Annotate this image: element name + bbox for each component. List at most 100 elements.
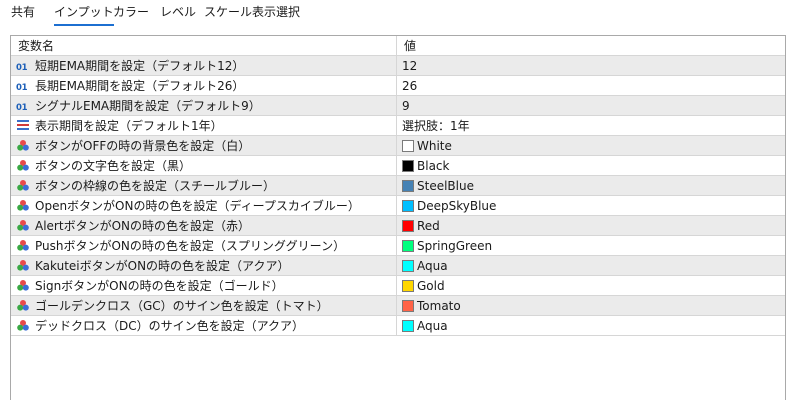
integer-icon-label: 01 <box>16 83 28 93</box>
color-swatch[interactable] <box>402 300 414 312</box>
table-row[interactable]: 01 短期EMA期間を設定（デフォルト12） 12 <box>11 56 785 76</box>
variable-name: SignボタンがONの時の色を設定（ゴールド） <box>35 279 284 293</box>
variable-value: 26 <box>402 79 418 93</box>
row-value-cell[interactable]: 26 <box>398 76 785 95</box>
integer-icon: 01 <box>16 79 30 93</box>
color-swatch[interactable] <box>402 140 414 152</box>
row-name-cell[interactable]: KakuteiボタンがONの時の色を設定（アクア） <box>11 256 397 275</box>
tab-common[interactable]: 共有 <box>11 3 35 23</box>
variable-name: シグナルEMA期間を設定（デフォルト9） <box>35 99 261 113</box>
color-palette-icon <box>16 179 30 192</box>
variable-name: AlertボタンがONの時の色を設定（赤） <box>35 219 250 233</box>
row-value-cell[interactable]: White <box>398 136 785 155</box>
table-row[interactable]: ボタンの枠線の色を設定（スチールブルー） SteelBlue <box>11 176 785 196</box>
table-row[interactable]: SignボタンがONの時の色を設定（ゴールド） Gold <box>11 276 785 296</box>
variable-value: Gold <box>417 279 445 293</box>
row-name-cell[interactable]: OpenボタンがONの時の色を設定（ディープスカイブルー） <box>11 196 397 215</box>
variable-value: Aqua <box>417 319 448 333</box>
color-palette-icon <box>16 299 30 312</box>
color-swatch[interactable] <box>402 220 414 232</box>
variable-name: ボタンがOFFの時の背景色を設定（白） <box>35 139 251 153</box>
row-name-cell[interactable]: ゴールデンクロス（GC）のサイン色を設定（トマト） <box>11 296 397 315</box>
table-row[interactable]: AlertボタンがONの時の色を設定（赤） Red <box>11 216 785 236</box>
row-value-cell[interactable]: Red <box>398 216 785 235</box>
variable-name: ゴールデンクロス（GC）のサイン色を設定（トマト） <box>35 299 329 313</box>
variable-value: 選択肢：1年 <box>402 119 470 133</box>
tab-visualization[interactable]: 表示選択 <box>252 3 300 23</box>
variable-name: ボタンの枠線の色を設定（スチールブルー） <box>35 179 276 193</box>
row-name-cell[interactable]: 01 長期EMA期間を設定（デフォルト26） <box>11 76 397 95</box>
row-name-cell[interactable]: 01 短期EMA期間を設定（デフォルト12） <box>11 56 397 75</box>
table-row[interactable]: ボタンがOFFの時の背景色を設定（白） White <box>11 136 785 156</box>
color-swatch[interactable] <box>402 320 414 332</box>
color-swatch[interactable] <box>402 180 414 192</box>
color-palette-icon <box>16 259 30 272</box>
tab-inputs[interactable]: インプット <box>54 3 114 26</box>
variable-name: KakuteiボタンがONの時の色を設定（アクア） <box>35 259 290 273</box>
tab-scale[interactable]: スケール <box>204 3 252 23</box>
row-value-cell[interactable]: Gold <box>398 276 785 295</box>
row-name-cell[interactable]: PushボタンがONの時の色を設定（スプリンググリーン） <box>11 236 397 255</box>
color-palette-icon <box>16 219 30 232</box>
variable-value: 12 <box>402 59 418 73</box>
table-row[interactable]: 01 長期EMA期間を設定（デフォルト26） 26 <box>11 76 785 96</box>
inputs-table: 変数名 値 01 短期EMA期間を設定（デフォルト12） 12 01 長期EMA期間を設… <box>10 35 786 400</box>
color-swatch[interactable] <box>402 240 414 252</box>
integer-icon: 01 <box>16 59 30 73</box>
variable-name: ボタンの文字色を設定（黒） <box>35 159 192 173</box>
variable-name: 短期EMA期間を設定（デフォルト12） <box>35 59 245 73</box>
tab-levels[interactable]: レベル <box>160 3 196 23</box>
header-cell-value[interactable]: 値 <box>398 36 785 55</box>
row-name-cell[interactable]: デッドクロス（DC）のサイン色を設定（アクア） <box>11 316 397 335</box>
row-value-cell[interactable]: SpringGreen <box>398 236 785 255</box>
row-value-cell[interactable]: 12 <box>398 56 785 75</box>
color-palette-icon <box>16 199 30 212</box>
tab-bar: 共有 インプット カラー レベル スケール 表示選択 <box>0 0 800 26</box>
color-swatch[interactable] <box>402 200 414 212</box>
table-row[interactable]: OpenボタンがONの時の色を設定（ディープスカイブルー） DeepSkyBlue <box>11 196 785 216</box>
color-swatch[interactable] <box>402 260 414 272</box>
header-cell-name[interactable]: 変数名 <box>11 36 397 55</box>
integer-icon-label: 01 <box>16 63 28 73</box>
row-value-cell[interactable]: 選択肢：1年 <box>398 116 785 135</box>
color-palette-icon <box>16 279 30 292</box>
color-swatch[interactable] <box>402 280 414 292</box>
row-value-cell[interactable]: DeepSkyBlue <box>398 196 785 215</box>
table-row[interactable]: 01 シグナルEMA期間を設定（デフォルト9） 9 <box>11 96 785 116</box>
variable-name: PushボタンがONの時の色を設定（スプリンググリーン） <box>35 239 346 253</box>
column-header-variable: 変数名 <box>18 39 55 53</box>
tab-colors[interactable]: カラー <box>113 3 149 23</box>
enum-list-icon <box>16 119 30 132</box>
row-name-cell[interactable]: AlertボタンがONの時の色を設定（赤） <box>11 216 397 235</box>
row-value-cell[interactable]: Black <box>398 156 785 175</box>
table-row[interactable]: ゴールデンクロス（GC）のサイン色を設定（トマト） Tomato <box>11 296 785 316</box>
row-value-cell[interactable]: SteelBlue <box>398 176 785 195</box>
variable-value: Black <box>417 159 450 173</box>
row-name-cell[interactable]: ボタンがOFFの時の背景色を設定（白） <box>11 136 397 155</box>
table-row[interactable]: 表示期間を設定（デフォルト1年） 選択肢：1年 <box>11 116 785 136</box>
row-value-cell[interactable]: 9 <box>398 96 785 115</box>
row-name-cell[interactable]: SignボタンがONの時の色を設定（ゴールド） <box>11 276 397 295</box>
table-row[interactable]: KakuteiボタンがONの時の色を設定（アクア） Aqua <box>11 256 785 276</box>
row-name-cell[interactable]: 表示期間を設定（デフォルト1年） <box>11 116 397 135</box>
variable-value: White <box>417 139 452 153</box>
table-row[interactable]: PushボタンがONの時の色を設定（スプリンググリーン） SpringGreen <box>11 236 785 256</box>
row-name-cell[interactable]: 01 シグナルEMA期間を設定（デフォルト9） <box>11 96 397 115</box>
color-swatch[interactable] <box>402 160 414 172</box>
row-value-cell[interactable]: Aqua <box>398 256 785 275</box>
variable-value: SteelBlue <box>417 179 474 193</box>
color-palette-icon <box>16 159 30 172</box>
row-name-cell[interactable]: ボタンの枠線の色を設定（スチールブルー） <box>11 176 397 195</box>
column-header-value: 値 <box>404 39 417 53</box>
variable-name: デッドクロス（DC）のサイン色を設定（アクア） <box>35 319 305 333</box>
variable-value: Aqua <box>417 259 448 273</box>
row-value-cell[interactable]: Tomato <box>398 296 785 315</box>
variable-value: Tomato <box>417 299 461 313</box>
row-name-cell[interactable]: ボタンの文字色を設定（黒） <box>11 156 397 175</box>
variable-name: 表示期間を設定（デフォルト1年） <box>35 119 223 133</box>
color-palette-icon <box>16 319 30 332</box>
table-row[interactable]: ボタンの文字色を設定（黒） Black <box>11 156 785 176</box>
integer-icon: 01 <box>16 99 30 113</box>
table-row[interactable]: デッドクロス（DC）のサイン色を設定（アクア） Aqua <box>11 316 785 336</box>
row-value-cell[interactable]: Aqua <box>398 316 785 335</box>
